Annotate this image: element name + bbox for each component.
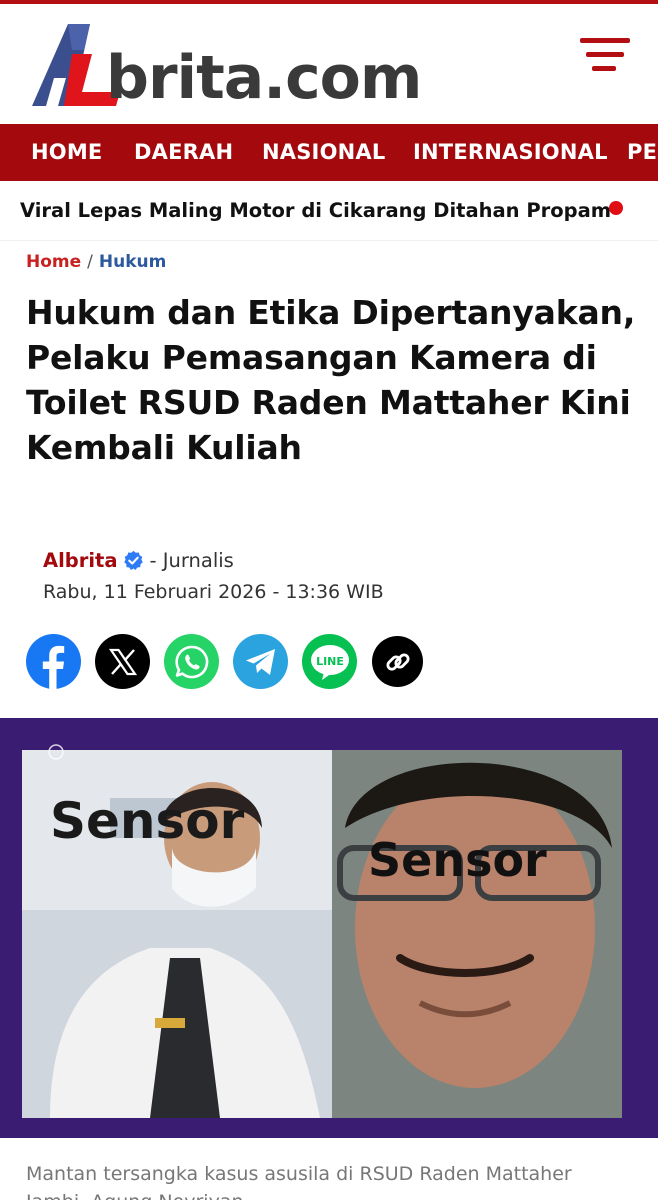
copy-link-icon [385, 652, 410, 671]
breadcrumb: Home / Hukum [26, 252, 166, 272]
verified-badge-icon [123, 550, 143, 570]
sensor-label-right: Sensor [368, 833, 547, 887]
share-whatsapp-button[interactable] [164, 634, 219, 689]
facebook-icon [42, 645, 65, 689]
share-facebook-button[interactable] [26, 634, 81, 689]
logo-wordmark: brita.com [106, 43, 422, 113]
nav-item-nasional[interactable]: NASIONAL [262, 124, 385, 181]
ticker-headline-link[interactable]: Viral Lepas Maling Motor di Cikarang Dit… [20, 199, 611, 222]
line-icon: LINE [310, 644, 349, 680]
breadcrumb-separator: / [87, 252, 93, 272]
menu-bar-middle [586, 52, 624, 57]
author-byline: Albrita - Jurnalis [43, 549, 234, 572]
site-logo[interactable]: brita.com [28, 18, 498, 118]
telegram-icon [245, 648, 275, 675]
share-telegram-button[interactable] [233, 634, 288, 689]
whatsapp-icon [174, 645, 208, 678]
article-title: Hukum dan Etika Dipertanyakan, Pelaku Pe… [26, 293, 636, 467]
breadcrumb-home-link[interactable]: Home [26, 252, 81, 272]
article-hero-image: Sensor Sensor [0, 718, 658, 1138]
breaking-news-ticker: Viral Lepas Maling Motor di Cikarang Dit… [0, 181, 658, 241]
publish-date: Rabu, 11 Februari 2026 - 13:36 WIB [43, 581, 384, 603]
author-role: - Jurnalis [149, 549, 234, 572]
author-name-link[interactable]: Albrita [43, 549, 118, 572]
sensor-label-left: Sensor [50, 792, 245, 850]
nav-item-daerah[interactable]: DAERAH [134, 124, 233, 181]
image-caption: Mantan tersangka kasus asusila di RSUD R… [26, 1163, 572, 1200]
main-nav: HOME DAERAH NASIONAL INTERNASIONAL PE [0, 124, 658, 181]
share-x-button[interactable] [95, 634, 150, 689]
breadcrumb-category-link[interactable]: Hukum [99, 252, 166, 272]
nav-item-truncated[interactable]: PE [627, 124, 657, 181]
nav-item-internasional[interactable]: INTERNASIONAL [413, 124, 608, 181]
menu-bar-top [580, 38, 630, 43]
share-line-button[interactable]: LINE [302, 634, 357, 689]
line-icon-label: LINE [316, 655, 344, 668]
share-copy-link-button[interactable] [372, 636, 423, 687]
live-dot-icon [609, 201, 623, 215]
site-header: brita.com [0, 4, 658, 124]
menu-bar-bottom [592, 66, 616, 71]
x-icon [108, 648, 137, 675]
hero-photo: Sensor Sensor [0, 718, 658, 1138]
menu-toggle-button[interactable] [578, 38, 630, 78]
nav-item-home[interactable]: HOME [31, 124, 102, 181]
